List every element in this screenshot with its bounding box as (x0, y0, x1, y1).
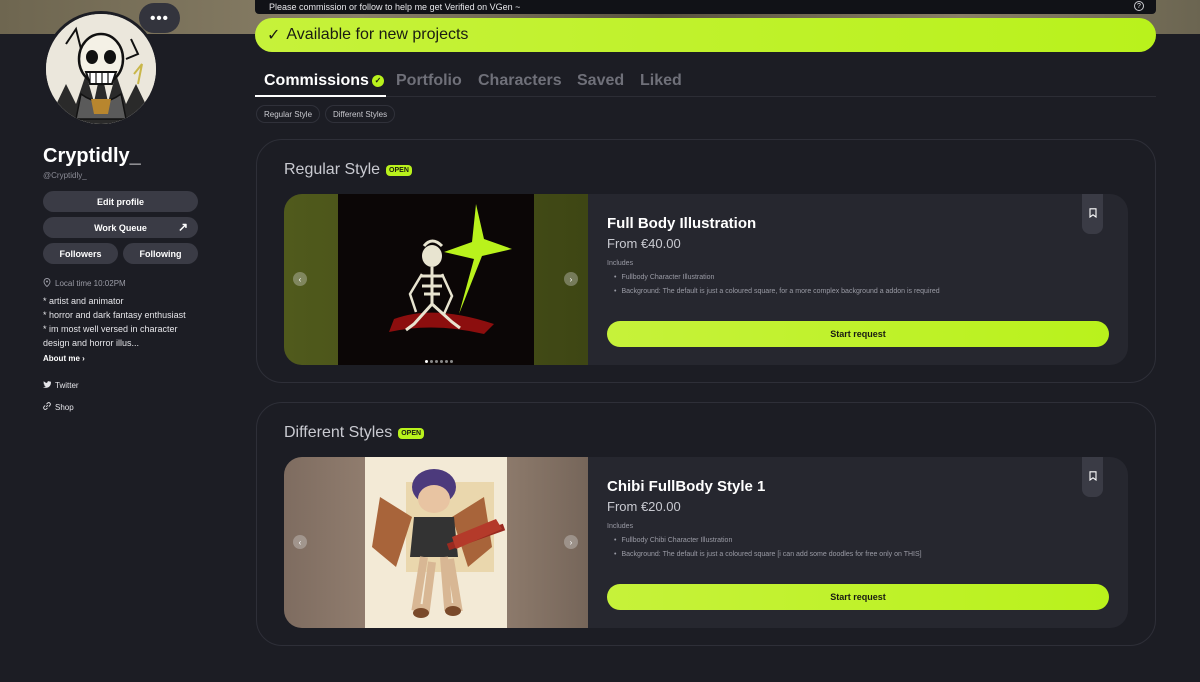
bookmark-button[interactable] (1082, 194, 1103, 234)
section-title: Regular Style OPEN (284, 161, 412, 179)
work-queue-label: Work Queue (94, 222, 147, 233)
tab-liked[interactable]: Liked (640, 72, 682, 90)
tab-characters[interactable]: Characters (478, 72, 562, 90)
notice-text: Please commission or follow to help me g… (269, 2, 521, 12)
chevron-right-icon: › (82, 354, 85, 363)
carousel-prev-button[interactable]: ‹ (293, 272, 307, 286)
avatar[interactable] (43, 11, 159, 127)
check-icon: ✓ (267, 27, 281, 44)
link-icon (43, 402, 51, 412)
shop-link[interactable]: Shop (43, 402, 74, 412)
verification-notice: Please commission or follow to help me g… (255, 0, 1156, 14)
includes-list: Fullbody Character Illustration Backgrou… (614, 271, 940, 299)
bookmark-icon (1088, 468, 1097, 486)
local-time-text: Local time 10:02PM (55, 279, 126, 288)
twitter-icon (43, 381, 51, 390)
carousel-dot[interactable] (440, 360, 443, 363)
bookmark-button[interactable] (1082, 457, 1103, 497)
profile-handle: @Cryptidly_ (43, 171, 87, 180)
includes-label: Includes (607, 260, 634, 267)
includes-item: Fullbody Chibi Character Illustration (614, 534, 922, 548)
carousel-dot[interactable] (445, 360, 448, 363)
start-request-button[interactable]: Start request (607, 584, 1109, 610)
includes-label: Includes (607, 523, 634, 530)
section-title-text: Regular Style (284, 161, 381, 178)
avatar-image (46, 14, 156, 124)
start-request-button[interactable]: Start request (607, 321, 1109, 347)
work-queue-button[interactable]: Work Queue ↗ (43, 217, 198, 238)
commission-price: From €20.00 (607, 499, 681, 514)
availability-text: Available for new projects (286, 26, 469, 43)
commission-image (284, 194, 588, 365)
followers-button[interactable]: Followers (43, 243, 118, 264)
more-options-button[interactable]: ••• (139, 3, 180, 33)
includes-list: Fullbody Chibi Character Illustration Ba… (614, 534, 922, 562)
profile-bio: * artist and animator * horror and dark … (43, 294, 203, 350)
edit-profile-button[interactable]: Edit profile (43, 191, 198, 212)
tab-commissions[interactable]: Commissions ✓ (264, 72, 384, 90)
help-icon[interactable]: ? (1134, 1, 1144, 11)
tab-label: Commissions (264, 72, 369, 89)
section-title: Different Styles OPEN (284, 424, 425, 442)
includes-item: Background: The default is just a colour… (614, 548, 921, 562)
commission-image-carousel[interactable]: ‹ › (284, 457, 588, 628)
external-arrow-icon: ↗ (177, 220, 188, 234)
commission-image (284, 457, 588, 628)
chip-different-styles[interactable]: Different Styles (325, 105, 396, 123)
tab-portfolio[interactable]: Portfolio (396, 72, 462, 90)
bio-line: * horror and dark fantasy enthusiast (43, 310, 186, 320)
bio-line: * artist and animator (43, 296, 124, 306)
carousel-dots (425, 360, 453, 363)
includes-item: Fullbody Character Illustration (614, 271, 940, 285)
commission-price: From €40.00 (607, 236, 681, 251)
carousel-dot[interactable] (425, 360, 428, 363)
open-badge: OPEN (386, 164, 412, 176)
carousel-prev-button[interactable]: ‹ (293, 535, 307, 549)
verified-check-icon: ✓ (371, 74, 384, 87)
carousel-dot[interactable] (450, 360, 453, 363)
following-button[interactable]: Following (123, 243, 198, 264)
availability-banner: ✓ Available for new projects (255, 18, 1156, 52)
active-tab-indicator (255, 95, 386, 97)
open-badge: OPEN (398, 427, 425, 439)
carousel-dot[interactable] (430, 360, 433, 363)
carousel-next-button[interactable]: › (564, 535, 578, 549)
twitter-link[interactable]: Twitter (43, 381, 79, 390)
bookmark-icon (1088, 205, 1097, 223)
commission-title: Chibi FullBody Style 1 (607, 478, 766, 495)
commission-title: Full Body Illustration (607, 215, 757, 232)
about-me-label: About me (43, 354, 80, 363)
includes-item: Background: The default is just a colour… (614, 285, 939, 299)
location-pin-icon (43, 278, 51, 289)
twitter-label: Twitter (55, 381, 79, 390)
chip-regular-style[interactable]: Regular Style (256, 105, 321, 123)
bio-line: * im most well versed in character desig… (43, 324, 178, 348)
carousel-dot[interactable] (435, 360, 438, 363)
commission-section-regular-style: Regular Style OPEN ‹ › Full Body Illustr… (256, 139, 1156, 383)
commission-image-carousel[interactable]: ‹ › (284, 194, 588, 365)
about-me-link[interactable]: About me › (43, 354, 85, 363)
commission-section-different-styles: Different Styles OPEN ‹ › Chibi FullBody… (256, 402, 1156, 646)
profile-username: Cryptidly_ (43, 145, 141, 167)
commission-card[interactable]: ‹ › Full Body Illustration From €40.00 I… (284, 194, 1128, 365)
shop-label: Shop (55, 402, 74, 412)
profile-tabs: Commissions ✓ Portfolio Characters Saved … (255, 70, 1156, 97)
local-time: Local time 10:02PM (43, 278, 126, 289)
section-title-text: Different Styles (284, 424, 393, 441)
commission-card[interactable]: ‹ › Chibi FullBody Style 1 From €20.00 I… (284, 457, 1128, 628)
carousel-next-button[interactable]: › (564, 272, 578, 286)
tab-saved[interactable]: Saved (577, 72, 624, 90)
